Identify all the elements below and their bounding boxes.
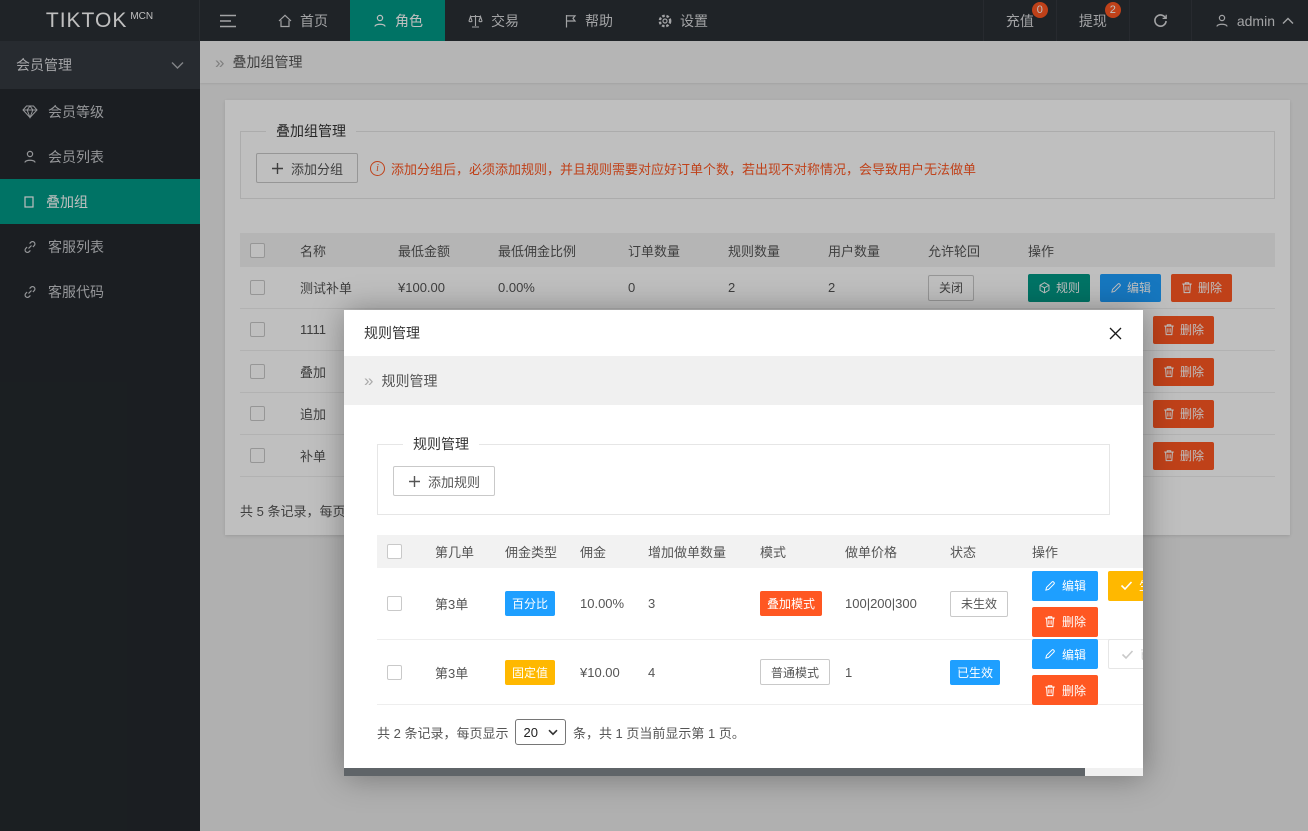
plus-icon [408,475,421,488]
rule-table: 第几单 佣金类型 佣金 增加做单数量 模式 做单价格 状态 操作 第3单 百分比… [377,535,1143,705]
pagination-suffix: 条，共 1 页当前显示第 1 页。 [573,723,745,742]
page-size-value: 20 [523,725,537,740]
edit-button[interactable]: 编辑 [1032,571,1098,601]
add-rule-label: 添加规则 [428,472,480,491]
rule-table-pagination: 共 2 条记录，每页显示 20 条，共 1 页当前显示第 1 页。 [377,719,1143,745]
activated-button-disabled: 已生效 [1108,639,1143,669]
table-row: 第3单 固定值 ¥10.00 4 普通模式 1 已生效 编辑 [377,640,1143,705]
table-row: 第3单 百分比 10.00% 3 叠加模式 100|200|300 未生效 编辑 [377,568,1143,640]
modal-body: 规则管理 添加规则 第几单 佣金类型 佣金 增加做单数量 模式 做单价格 状态 [344,405,1143,776]
delete-button[interactable]: 删除 [1032,675,1098,705]
pagination-prefix: 共 2 条记录，每页显示 [377,723,508,742]
row-checkbox[interactable] [387,596,402,611]
check-icon [1120,580,1133,591]
horizontal-scrollbar[interactable] [344,768,1143,776]
cell-add-count: 3 [638,596,750,611]
cell-order-no: 第3单 [425,663,495,682]
cell-order-no: 第3单 [425,594,495,613]
col-header-commission-type: 佣金类型 [495,542,570,561]
close-icon[interactable] [1108,326,1123,341]
activate-button-label: 生效 [1139,577,1143,594]
add-rule-button[interactable]: 添加规则 [393,466,495,496]
modal-breadcrumb-label: 规则管理 [381,371,437,391]
modal-title: 规则管理 [364,323,420,343]
col-header-actions: 操作 [1022,542,1143,561]
breadcrumb-chevrons-icon: » [364,372,373,389]
mode-badge: 普通模式 [760,659,830,685]
col-header-status: 状态 [940,542,1022,561]
col-header-commission: 佣金 [570,542,638,561]
col-header-price: 做单价格 [835,542,940,561]
trash-icon [1044,615,1056,628]
cell-commission: ¥10.00 [570,665,638,680]
status-badge: 已生效 [950,660,1000,685]
trash-icon [1044,684,1056,697]
delete-button[interactable]: 删除 [1032,607,1098,637]
chevron-down-icon [548,729,558,736]
cell-price: 1 [835,665,940,680]
pencil-icon [1044,648,1056,660]
modal-breadcrumb: » 规则管理 [344,356,1143,405]
activated-button-label: 已生效 [1140,646,1143,663]
header-checkbox[interactable] [387,544,402,559]
scrollbar-thumb[interactable] [344,768,1085,776]
rule-panel-legend: 规则管理 [403,434,479,454]
col-header-mode: 模式 [750,542,835,561]
edit-button-label: 编辑 [1062,577,1086,594]
edit-button[interactable]: 编辑 [1032,639,1098,669]
mode-badge: 叠加模式 [760,591,822,616]
col-header-add-count: 增加做单数量 [638,542,750,561]
cell-add-count: 4 [638,665,750,680]
rule-panel: 规则管理 添加规则 [377,434,1110,515]
rule-management-modal: 规则管理 » 规则管理 规则管理 添加规则 第几单 佣金类型 [344,310,1143,776]
delete-button-label: 删除 [1062,613,1086,630]
rule-table-header: 第几单 佣金类型 佣金 增加做单数量 模式 做单价格 状态 操作 [377,535,1143,568]
commission-type-badge: 固定值 [505,660,555,685]
activate-button[interactable]: 生效 [1108,571,1143,601]
cell-price: 100|200|300 [835,596,940,611]
modal-titlebar: 规则管理 [344,310,1143,356]
page-size-select[interactable]: 20 [515,719,565,745]
check-icon [1121,649,1134,660]
col-header-order-no: 第几单 [425,542,495,561]
cell-commission: 10.00% [570,596,638,611]
commission-type-badge: 百分比 [505,591,555,616]
edit-button-label: 编辑 [1062,646,1086,663]
delete-button-label: 删除 [1062,682,1086,699]
status-badge: 未生效 [950,591,1008,617]
row-checkbox[interactable] [387,665,402,680]
pencil-icon [1044,580,1056,592]
